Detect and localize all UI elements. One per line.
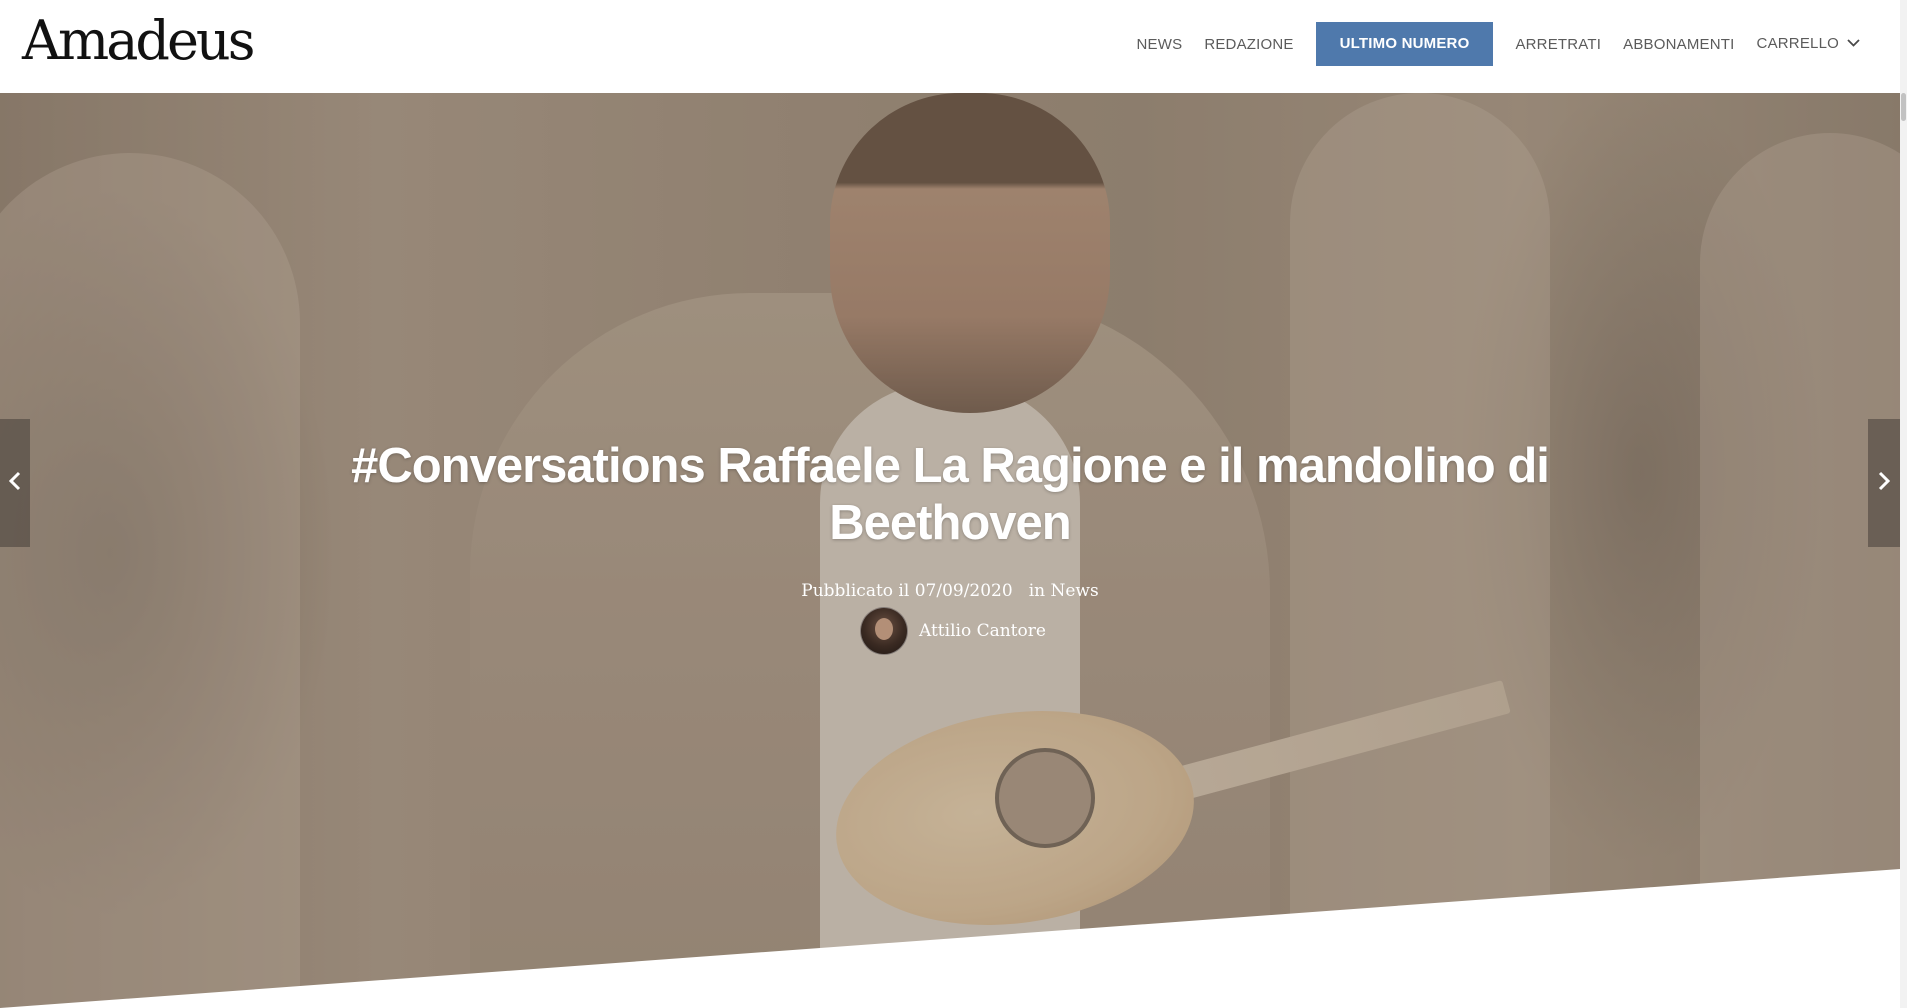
nav-item-ultimo-numero-button[interactable]: ULTIMO NUMERO xyxy=(1315,22,1494,66)
chevron-right-icon xyxy=(1878,471,1891,496)
chevron-left-icon xyxy=(8,471,21,496)
author-name: Attilio Cantore xyxy=(919,621,1046,641)
page-scrollbar[interactable] xyxy=(1900,0,1907,1008)
hero-section: #Conversations Raffaele La Ragione e il … xyxy=(0,93,1900,1008)
article-author[interactable]: Attilio Cantore xyxy=(860,607,1046,655)
article-category-link[interactable]: News xyxy=(1051,581,1099,601)
scrollbar-thumb[interactable] xyxy=(1901,93,1906,121)
nav-item-arretrati[interactable]: ARRETRATI xyxy=(1515,36,1601,53)
nav-item-redazione[interactable]: REDAZIONE xyxy=(1204,36,1293,53)
nav-item-carrello-label: CARRELLO xyxy=(1756,35,1839,53)
nav-item-carrello[interactable]: CARRELLO xyxy=(1757,35,1860,53)
chevron-down-icon xyxy=(1847,34,1860,51)
site-header: Amadeus NEWS REDAZIONE ULTIMO NUMERO ARR… xyxy=(0,0,1900,93)
page: Amadeus NEWS REDAZIONE ULTIMO NUMERO ARR… xyxy=(0,0,1907,1008)
avatar xyxy=(860,607,908,655)
article-published-date: Pubblicato il 07/09/2020 xyxy=(801,581,1013,601)
article-category-prefix: in xyxy=(1028,581,1046,601)
previous-article-button[interactable] xyxy=(0,419,30,547)
main-nav: NEWS REDAZIONE ULTIMO NUMERO ARRETRATI A… xyxy=(1115,22,1861,66)
site-logo[interactable]: Amadeus xyxy=(22,14,255,68)
article-title: #Conversations Raffaele La Ragione e il … xyxy=(351,439,1550,550)
next-article-button[interactable] xyxy=(1868,419,1900,547)
nav-item-abbonamenti[interactable]: ABBONAMENTI xyxy=(1623,36,1734,53)
article-meta: Pubblicato il 07/09/2020 in News xyxy=(0,581,1900,601)
nav-item-news[interactable]: NEWS xyxy=(1137,36,1183,53)
